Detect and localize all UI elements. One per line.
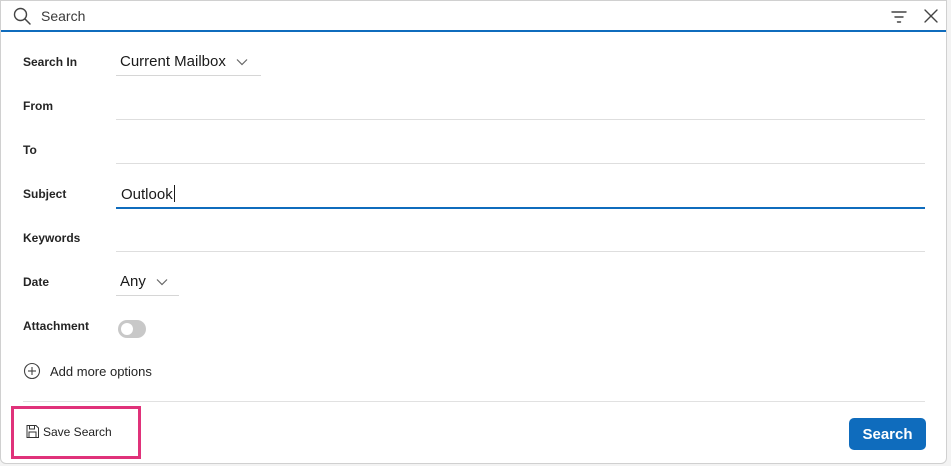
keywords-field-underline	[116, 251, 925, 252]
date-label: Date	[23, 275, 50, 289]
attachment-label: Attachment	[23, 319, 90, 333]
save-search-button[interactable]: Save Search	[25, 424, 112, 439]
search-button[interactable]: Search	[849, 418, 926, 450]
chevron-down-icon	[236, 58, 248, 65]
subject-field[interactable]: Outlook	[121, 185, 175, 203]
to-field-underline	[116, 163, 925, 164]
date-value: Any	[120, 273, 146, 290]
save-search-label: Save Search	[43, 424, 112, 439]
subject-label: Subject	[23, 187, 67, 201]
search-in-label: Search In	[23, 55, 78, 69]
subject-field-underline	[116, 207, 925, 209]
toggle-knob	[121, 323, 133, 335]
search-input[interactable]	[41, 5, 861, 27]
search-bar	[1, 1, 946, 32]
search-icon	[13, 7, 31, 25]
attachment-toggle[interactable]	[118, 320, 146, 338]
text-caret	[173, 185, 175, 202]
from-label: From	[23, 99, 53, 113]
add-more-options-button[interactable]: Add more options	[23, 362, 152, 380]
footer-divider	[23, 401, 925, 402]
save-icon	[26, 425, 39, 438]
subject-value: Outlook	[121, 186, 173, 203]
search-in-value: Current Mailbox	[120, 53, 226, 70]
close-icon[interactable]	[921, 6, 941, 26]
add-circle-icon	[23, 362, 41, 380]
from-field-underline	[116, 119, 925, 120]
date-dropdown[interactable]: Any	[116, 268, 179, 296]
keywords-label: Keywords	[23, 231, 81, 245]
add-more-options-label: Add more options	[50, 363, 152, 379]
advanced-search-panel: Search In Current Mailbox From To Subjec…	[0, 0, 947, 464]
chevron-down-icon	[156, 278, 168, 285]
filter-icon[interactable]	[889, 7, 909, 27]
to-label: To	[23, 143, 37, 157]
search-in-dropdown[interactable]: Current Mailbox	[116, 48, 261, 76]
